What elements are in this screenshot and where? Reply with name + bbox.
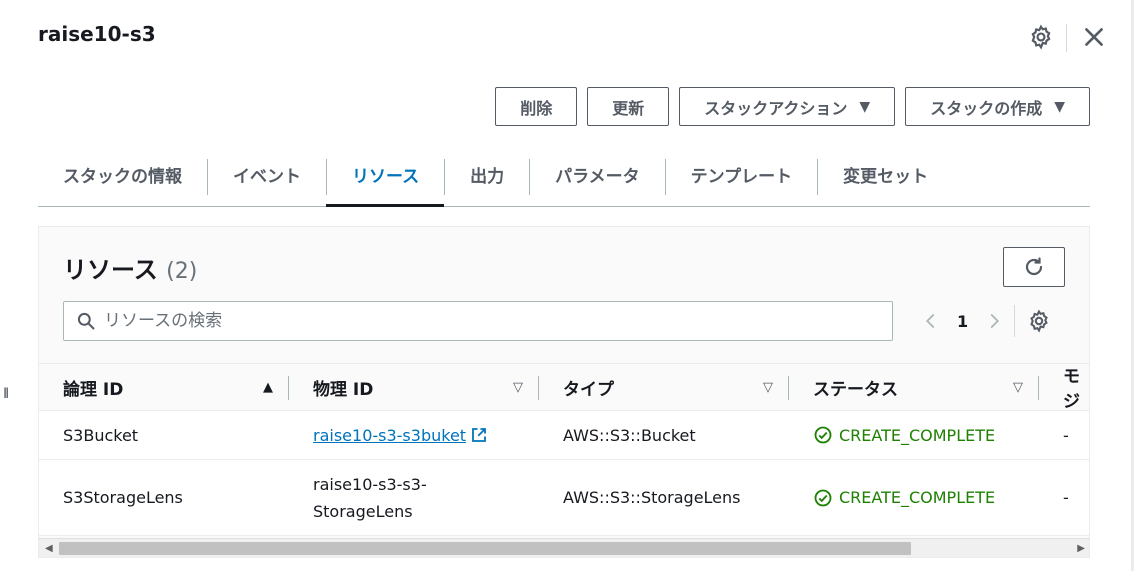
scroll-right-icon[interactable]: ▶ — [1077, 543, 1085, 554]
create-stack-dropdown[interactable]: スタックの作成 ▼ — [905, 87, 1090, 126]
tab-label: 出力 — [444, 159, 529, 195]
external-link-icon — [472, 427, 486, 442]
tab-label: リソース — [326, 159, 444, 195]
panel-resize-handle[interactable]: II — [3, 386, 9, 402]
tab-label: パラメータ — [529, 159, 665, 195]
gear-icon[interactable] — [1028, 24, 1054, 50]
tab-label: イベント — [207, 159, 326, 195]
tab-label: スタックの情報 — [63, 167, 182, 187]
stack-action-bar: 削除 更新 スタックアクション ▼ スタックの作成 ▼ — [495, 87, 1090, 126]
tab-label: テンプレート — [664, 159, 818, 195]
table-row: S3Bucket raise10-s3-s3buket AWS::S3::Buc… — [39, 411, 1089, 460]
header-divider — [1066, 24, 1067, 52]
create-stack-label: スタックの作成 — [930, 98, 1043, 118]
pager-divider — [1014, 305, 1016, 337]
cell-status: CREATE_COMPLETE — [789, 460, 1039, 535]
column-label: タイプ — [563, 379, 614, 400]
physical-id-line: StorageLens — [313, 501, 413, 521]
sort-icon: ▽ — [513, 380, 523, 395]
resource-search[interactable] — [63, 301, 893, 341]
tab-label: 変更セット — [817, 159, 953, 195]
sort-icon: ▽ — [763, 380, 773, 395]
resources-table: 論理 ID ▲ 物理 ID ▽ タイプ ▽ ステータス ▽ モジ S3Bucke… — [39, 363, 1089, 536]
physical-id-link[interactable]: raise10-s3-s3buket — [313, 422, 488, 449]
delete-button-label: 削除 — [520, 98, 553, 118]
check-circle-icon — [814, 489, 832, 506]
sort-icon: ▽ — [1013, 380, 1023, 395]
column-header-status[interactable]: ステータス ▽ — [789, 364, 1039, 410]
tab-change-sets[interactable]: 変更セット — [817, 148, 953, 206]
refresh-button[interactable] — [1003, 247, 1065, 287]
column-header-physical-id[interactable]: 物理 ID ▽ — [289, 364, 539, 410]
caret-down-icon: ▼ — [859, 98, 871, 115]
column-label: 物理 ID — [313, 379, 374, 400]
cell-physical-id: raise10-s3-s3buket — [289, 411, 539, 459]
stack-actions-dropdown[interactable]: スタックアクション ▼ — [679, 87, 896, 126]
tab-events[interactable]: イベント — [207, 148, 326, 206]
column-label: モジ — [1063, 367, 1080, 412]
status-badge: CREATE_COMPLETE — [813, 484, 995, 511]
column-header-logical-id[interactable]: 論理 ID ▲ — [39, 364, 289, 410]
page-title: raise10-s3 — [38, 22, 156, 46]
stack-header: raise10-s3 — [38, 22, 1118, 52]
previous-page-button[interactable] — [919, 309, 943, 333]
cell-logical-id: S3StorageLens — [63, 488, 183, 507]
tab-template[interactable]: テンプレート — [664, 148, 818, 206]
status-text: CREATE_COMPLETE — [839, 425, 996, 445]
resources-heading: リソース (2) — [63, 250, 197, 285]
table-row: S3StorageLens raise10-s3-s3- StorageLens… — [39, 460, 1089, 536]
horizontal-scrollbar[interactable]: ◀ ▶ — [39, 538, 1089, 557]
search-input[interactable] — [104, 311, 884, 331]
cell-physical-id: raise10-s3-s3- StorageLens — [289, 460, 539, 535]
scrollbar-thumb[interactable] — [59, 542, 911, 555]
update-button[interactable]: 更新 — [587, 87, 670, 126]
cell-logical-id: S3Bucket — [63, 425, 139, 445]
update-button-label: 更新 — [612, 98, 645, 118]
table-preferences-gear-icon[interactable] — [1027, 309, 1051, 333]
resources-panel: リソース (2) 1 論理 ID ▲ — [38, 226, 1090, 558]
cell-module: - — [1063, 488, 1069, 507]
pagination: 1 — [919, 305, 1051, 337]
close-icon[interactable] — [1081, 24, 1107, 50]
cell-module: - — [1063, 425, 1069, 445]
column-label: ステータス — [813, 379, 898, 400]
cell-type: AWS::S3::Bucket — [563, 425, 696, 445]
cell-type: AWS::S3::StorageLens — [563, 488, 741, 507]
tab-outputs[interactable]: 出力 — [444, 148, 529, 206]
tab-stack-info[interactable]: スタックの情報 — [38, 148, 207, 206]
caret-down-icon: ▼ — [1054, 98, 1065, 115]
physical-id-link-text: raise10-s3-s3buket — [313, 425, 467, 445]
status-text: CREATE_COMPLETE — [839, 488, 996, 507]
refresh-icon — [1025, 257, 1043, 276]
column-header-type[interactable]: タイプ ▽ — [539, 364, 789, 410]
table-header-row: 論理 ID ▲ 物理 ID ▽ タイプ ▽ ステータス ▽ モジ — [39, 363, 1089, 412]
sort-ascending-icon: ▲ — [263, 380, 273, 395]
search-icon — [77, 312, 95, 330]
physical-id-line: raise10-s3-s3- — [313, 474, 427, 494]
status-badge: CREATE_COMPLETE — [813, 422, 995, 449]
scroll-left-icon[interactable]: ◀ — [45, 543, 53, 554]
current-page[interactable]: 1 — [957, 312, 968, 331]
resources-title: リソース — [63, 256, 158, 284]
stack-actions-label: スタックアクション — [704, 98, 848, 118]
resources-count: (2) — [166, 259, 198, 284]
tab-parameters[interactable]: パラメータ — [529, 148, 665, 206]
column-label: 論理 ID — [63, 379, 124, 400]
stack-tabs: スタックの情報 イベント リソース 出力 パラメータ テンプレート 変更セット — [38, 148, 1090, 207]
next-page-button[interactable] — [982, 309, 1006, 333]
delete-button[interactable]: 削除 — [495, 87, 578, 126]
tab-resources[interactable]: リソース — [326, 148, 445, 207]
chevron-left-icon — [925, 314, 935, 328]
cell-status: CREATE_COMPLETE — [789, 411, 1039, 459]
check-circle-icon — [814, 426, 832, 444]
column-header-module[interactable]: モジ — [1039, 364, 1089, 412]
chevron-right-icon — [990, 314, 1000, 328]
